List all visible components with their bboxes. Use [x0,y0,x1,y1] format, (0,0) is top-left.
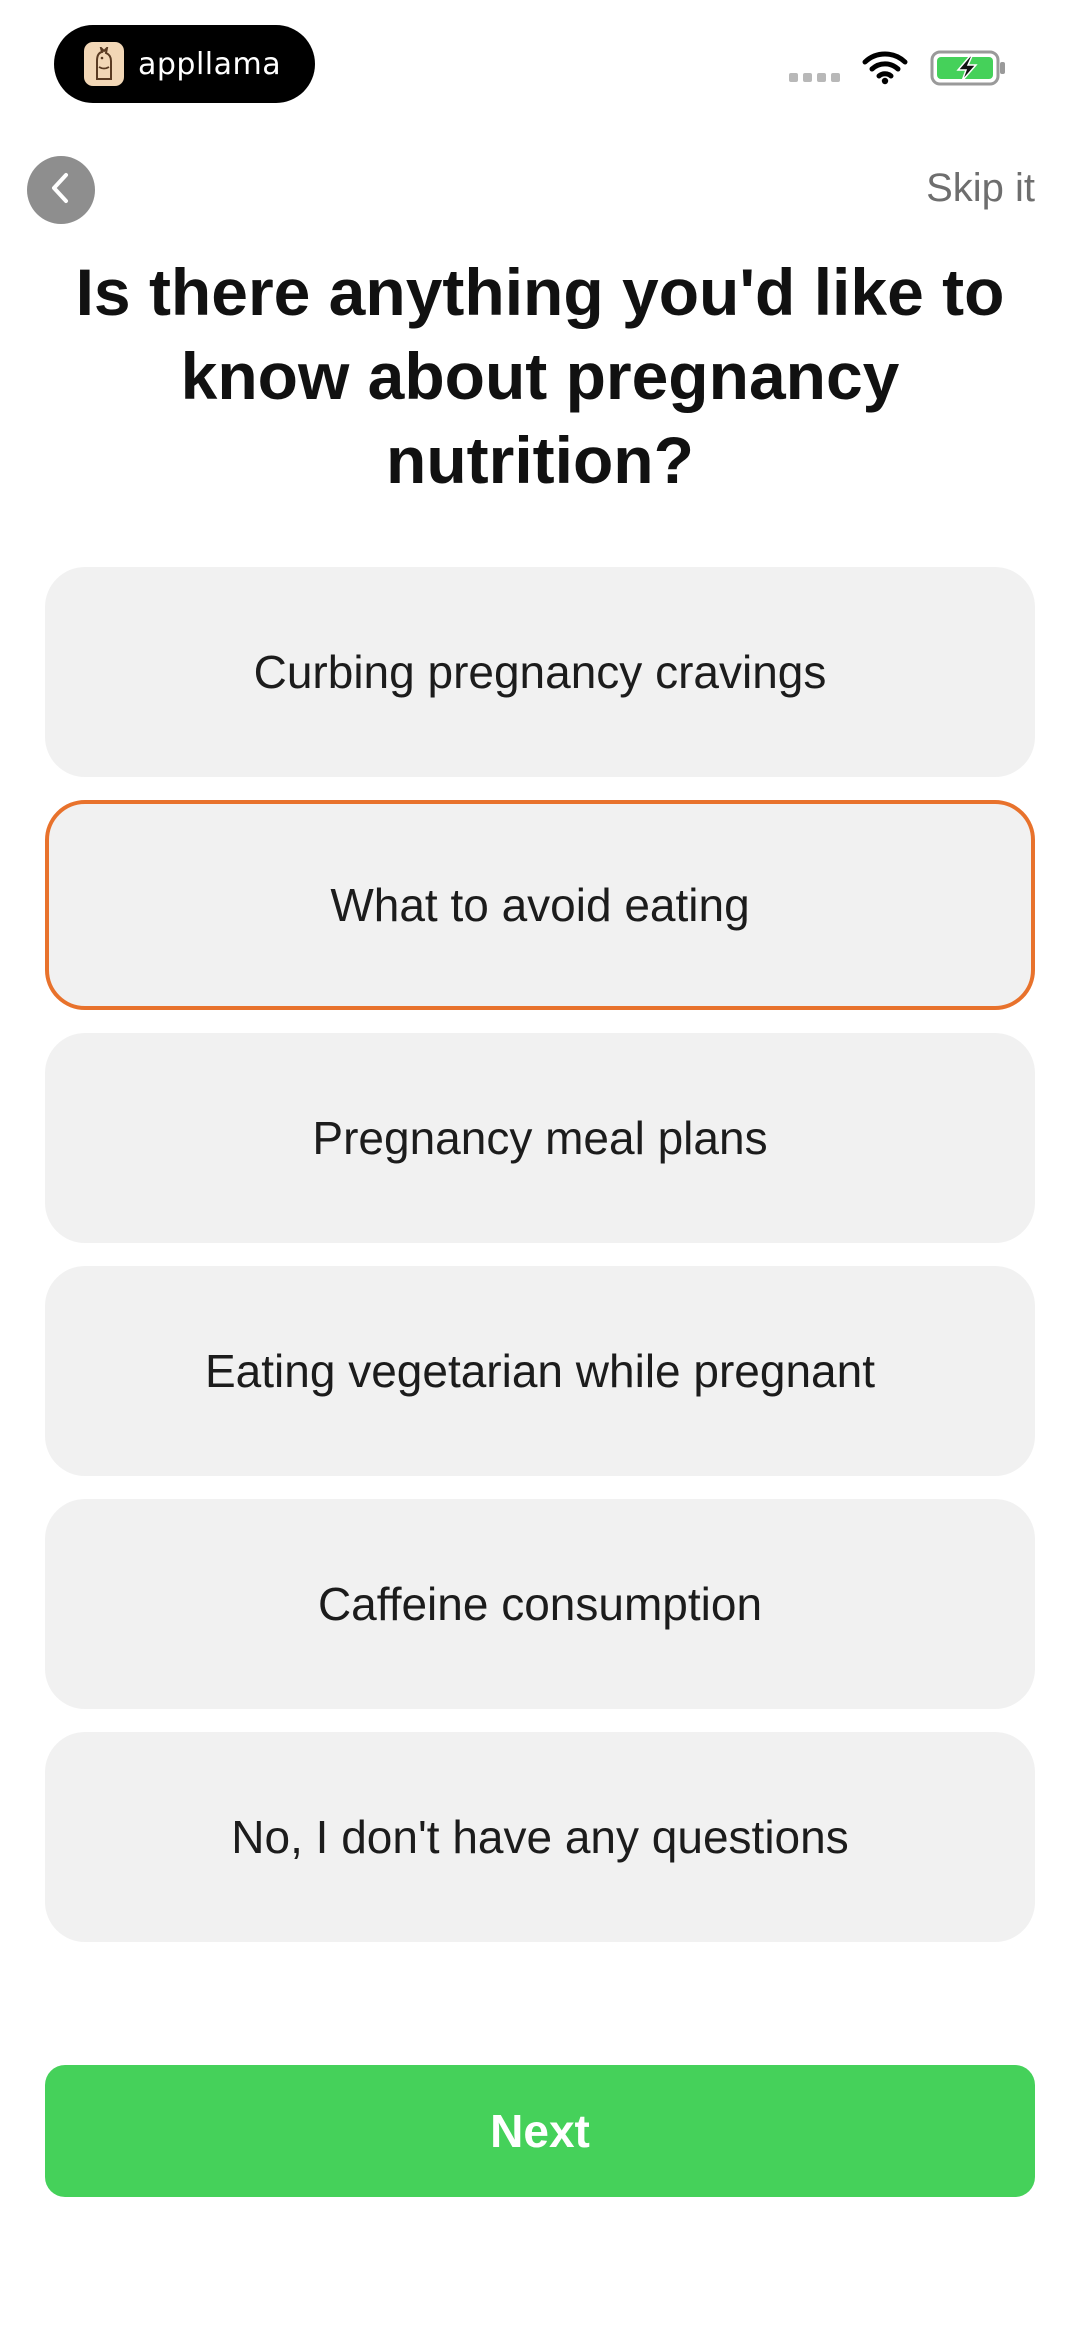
option-label: Curbing pregnancy cravings [253,646,827,698]
next-button-label: Next [490,2105,590,2157]
next-button[interactable]: Next [45,2065,1035,2197]
status-icons [789,48,1008,92]
option-pregnancy-meal-plans[interactable]: Pregnancy meal plans [45,1033,1035,1243]
option-label: No, I don't have any questions [231,1811,849,1863]
option-label: Pregnancy meal plans [312,1112,768,1164]
option-label: Eating vegetarian while pregnant [204,1345,875,1397]
llama-logo-icon [84,42,124,86]
chevron-left-icon [46,170,76,211]
signal-icon [789,72,840,82]
option-no-questions[interactable]: No, I don't have any questions [45,1732,1035,1942]
skip-button[interactable]: Skip it [926,166,1035,211]
option-what-to-avoid-eating[interactable]: What to avoid eating [45,800,1035,1010]
option-label: What to avoid eating [330,879,750,931]
brand-name: appllama [138,46,282,82]
battery-charging-icon [930,48,1008,93]
back-button[interactable] [27,156,95,224]
option-eating-vegetarian[interactable]: Eating vegetarian while pregnant [45,1266,1035,1476]
option-curbing-pregnancy-cravings[interactable]: Curbing pregnancy cravings [45,567,1035,777]
option-caffeine-consumption[interactable]: Caffeine consumption [45,1499,1035,1709]
wifi-icon [862,51,908,90]
option-label: Caffeine consumption [317,1578,763,1630]
brand-pill: appllama [54,25,315,103]
page-title: Is there anything you'd like to know abo… [75,255,1005,497]
status-bar: appllama [0,0,1080,140]
